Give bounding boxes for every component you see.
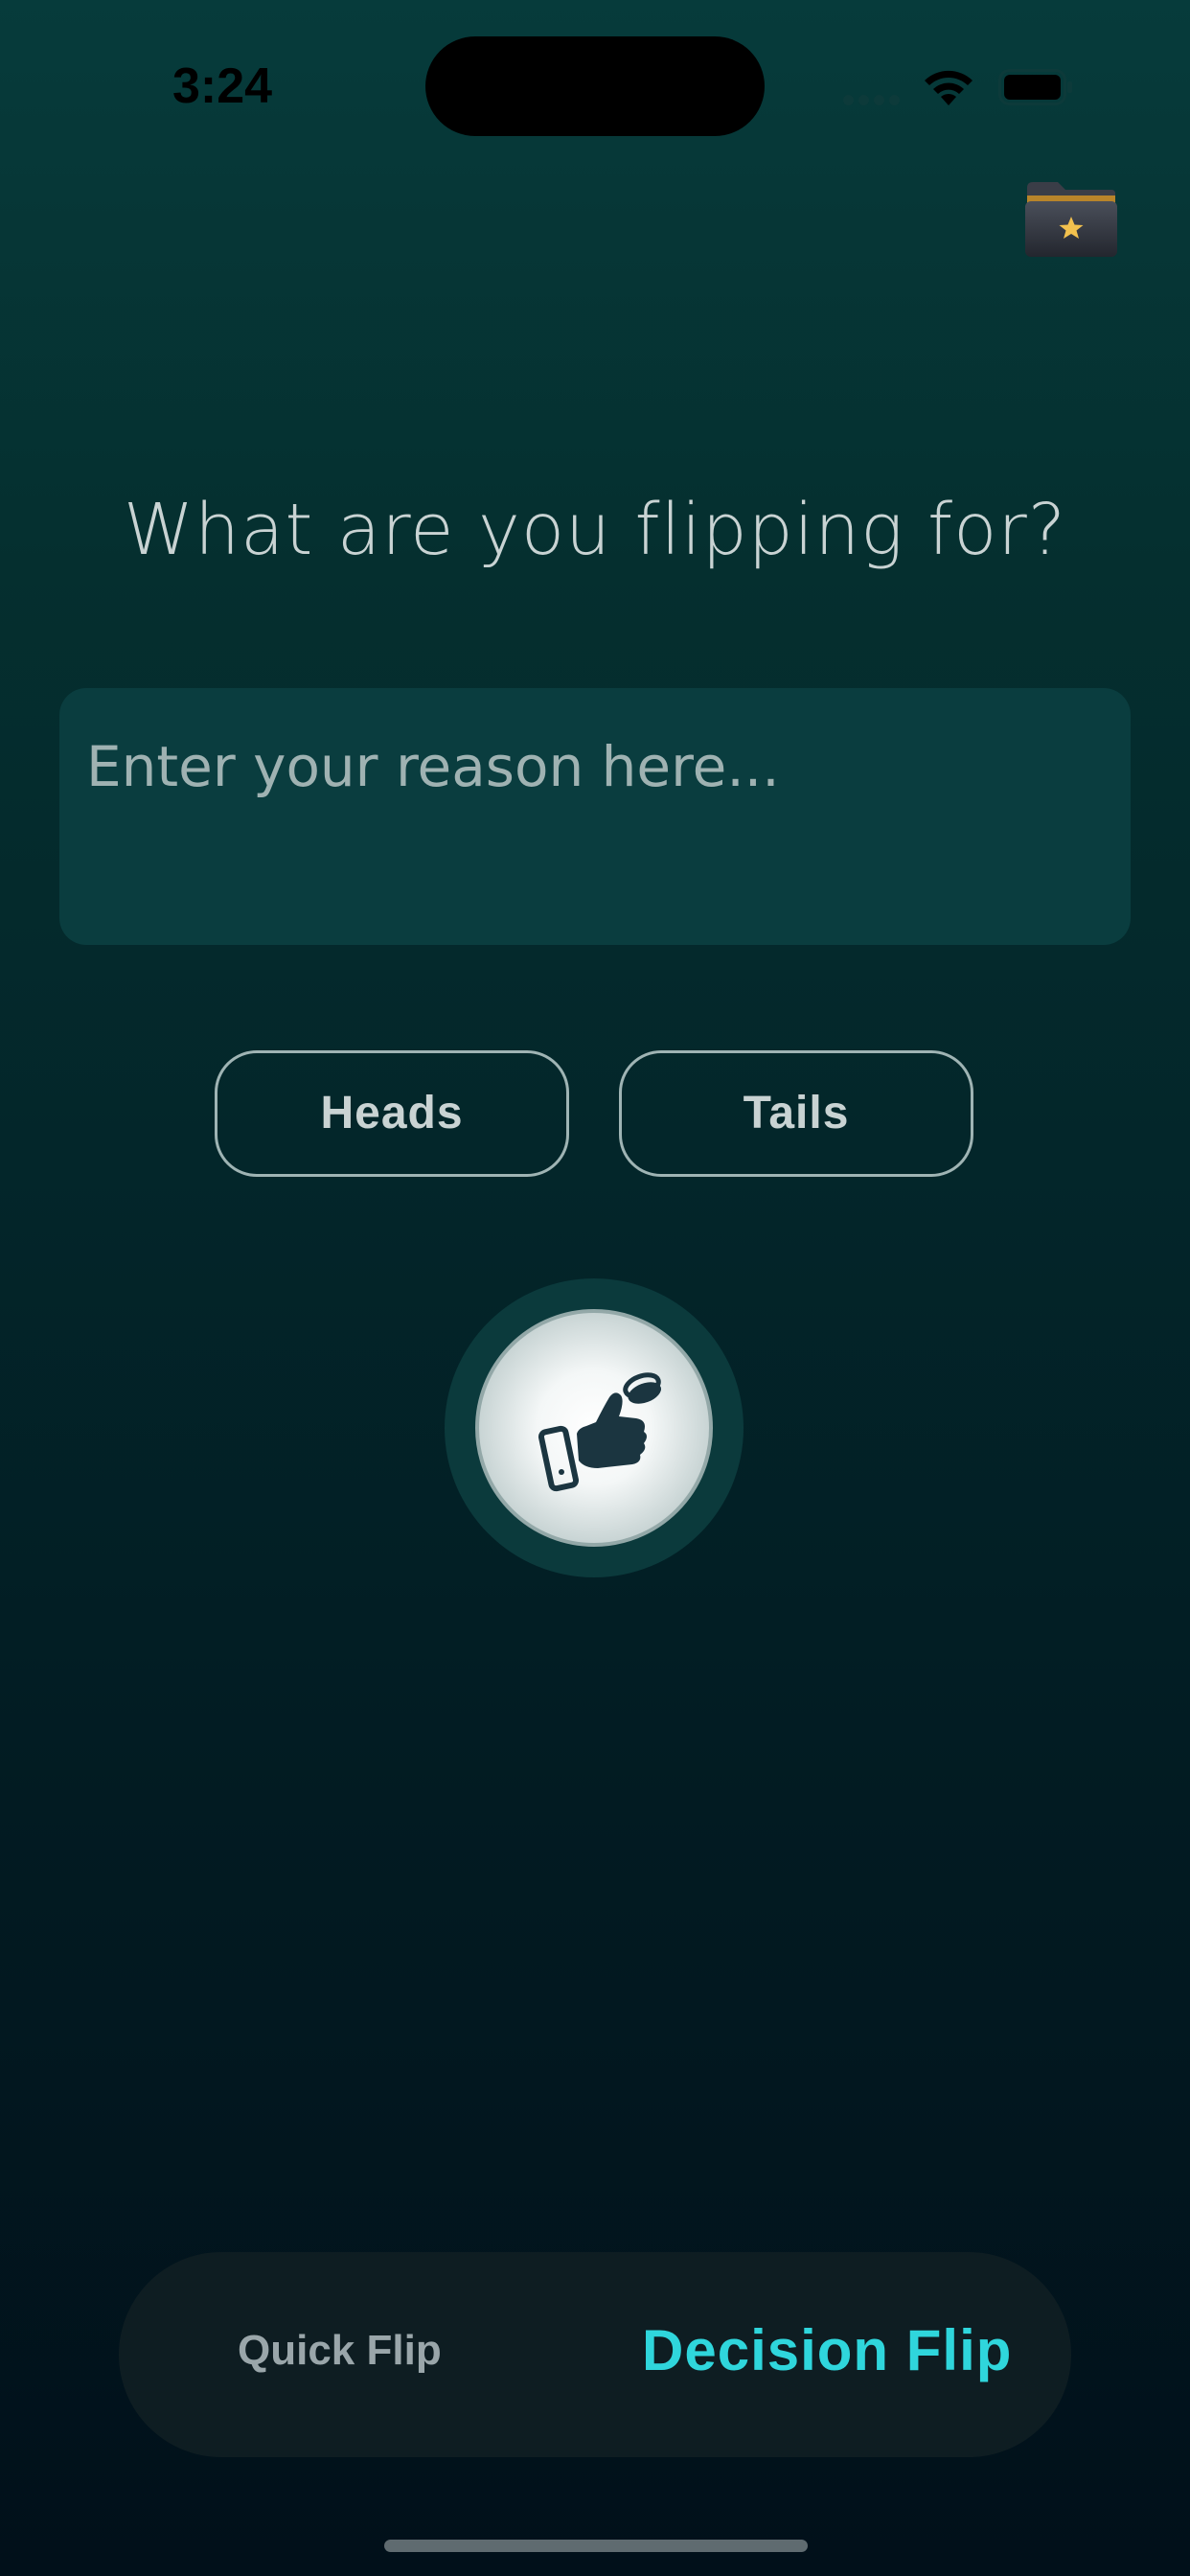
home-indicator[interactable] xyxy=(384,2540,808,2552)
decision-flip-tab[interactable]: Decision Flip xyxy=(642,2317,1012,2383)
quick-flip-tab[interactable]: Quick Flip xyxy=(238,2327,442,2375)
saved-folder-button[interactable] xyxy=(1023,178,1119,261)
tails-button[interactable]: Tails xyxy=(619,1050,973,1177)
status-time: 3:24 xyxy=(172,58,273,114)
battery-icon xyxy=(998,69,1072,105)
heads-button[interactable]: Heads xyxy=(215,1050,569,1177)
cellular-signal-icon xyxy=(843,93,904,105)
flip-coin-button[interactable] xyxy=(475,1309,713,1547)
thumb-flip-coin-icon xyxy=(538,1372,661,1492)
page-title: What are you flipping for? xyxy=(123,489,1067,571)
status-bar: 3:24 xyxy=(0,0,1190,163)
reason-input[interactable] xyxy=(59,688,1131,945)
wifi-icon xyxy=(925,70,973,105)
star-folder-icon xyxy=(1025,182,1117,257)
dynamic-island xyxy=(425,36,765,136)
